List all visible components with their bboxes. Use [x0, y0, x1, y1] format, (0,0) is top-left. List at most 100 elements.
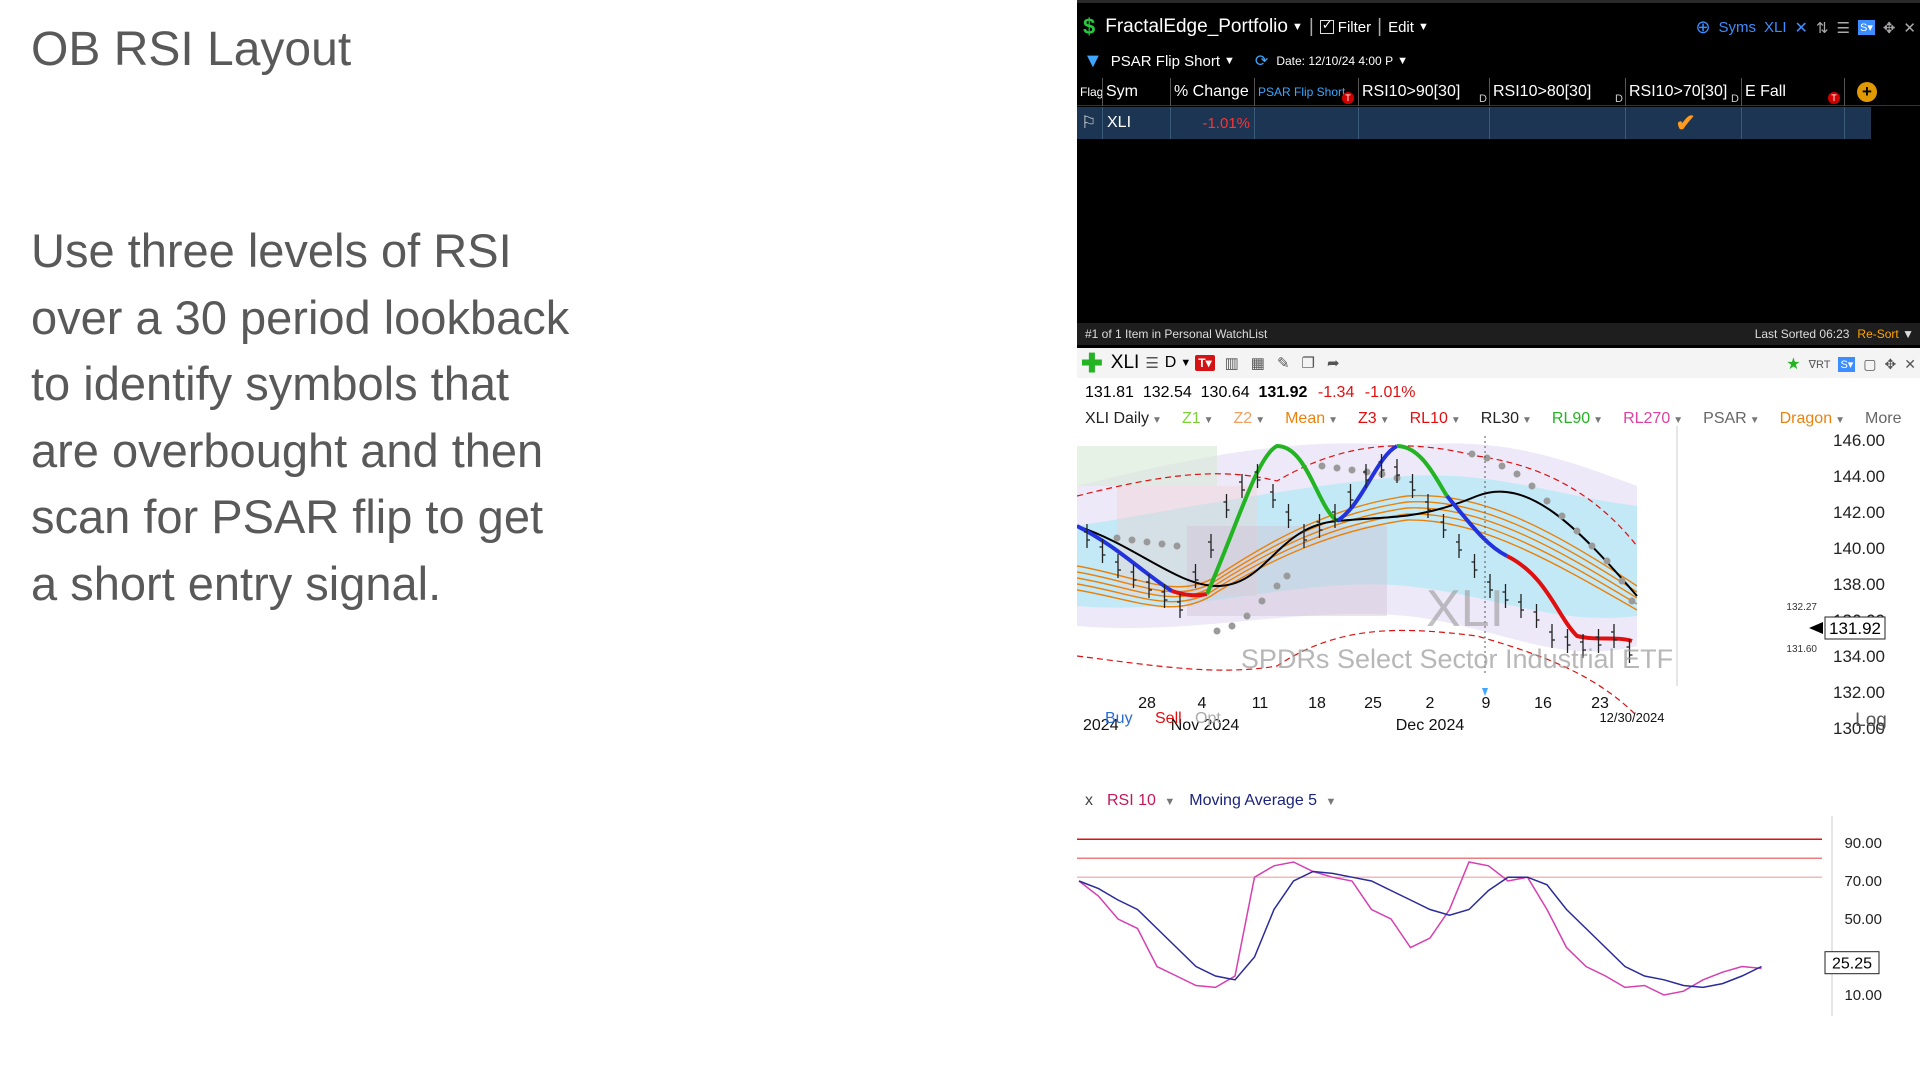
- psar-dot: [1618, 577, 1626, 585]
- sort-icon[interactable]: ⇅: [1816, 19, 1829, 37]
- filter-funnel-icon: ▼: [1083, 49, 1103, 72]
- price-tick-label: 134.00: [1833, 647, 1885, 666]
- filter-checkbox[interactable]: [1319, 17, 1334, 34]
- rsi-chart[interactable]: 90.0070.0050.0010.0025.255Y 1Y YTD 6M 3M 1M 1W…: [1077, 816, 1920, 1020]
- chevron-down-icon[interactable]: ▼: [1902, 327, 1914, 341]
- psar-dot: [1468, 450, 1476, 458]
- end-date-label: 12/30/2024: [1599, 710, 1664, 725]
- settings-icon[interactable]: S▾: [1838, 356, 1856, 372]
- chevron-down-icon[interactable]: ▼: [1292, 21, 1303, 33]
- move-icon[interactable]: ✥: [1885, 356, 1897, 373]
- low-value: 130.64: [1200, 384, 1250, 401]
- chart-symbol[interactable]: XLI: [1111, 352, 1140, 374]
- close-icon[interactable]: ✕: [1904, 356, 1916, 373]
- price-tick-label: 146.00: [1833, 431, 1885, 450]
- chevron-down-icon[interactable]: ▼: [1255, 415, 1265, 426]
- column-header-psar-flip-short[interactable]: PSAR Flip Short T: [1255, 78, 1359, 106]
- chevron-down-icon[interactable]: ▼: [1204, 415, 1214, 426]
- tv-icon[interactable]: T▾: [1195, 355, 1215, 371]
- scan-selector[interactable]: PSAR Flip Short: [1111, 53, 1220, 70]
- flag-outline-icon[interactable]: ⚐: [1081, 113, 1096, 133]
- chevron-down-icon[interactable]: ▼: [1418, 21, 1429, 33]
- column-header-rsi70[interactable]: RSI10>70[30] D: [1626, 78, 1742, 106]
- column-header-e-fall[interactable]: E Fall T: [1742, 78, 1845, 106]
- chevron-down-icon[interactable]: ▼: [1451, 415, 1461, 426]
- item-count: #1 of 1 Item in Personal WatchList: [1085, 327, 1268, 341]
- chevron-down-icon[interactable]: ▼: [1380, 415, 1390, 426]
- move-icon[interactable]: ✥: [1883, 19, 1896, 37]
- copy-icon[interactable]: ❐: [1302, 354, 1315, 372]
- add-chart-icon[interactable]: ✚: [1081, 348, 1103, 379]
- chevron-down-icon[interactable]: ▼: [1328, 415, 1338, 426]
- slide-title: OB RSI Layout: [31, 23, 352, 76]
- list-icon[interactable]: ☰: [1145, 354, 1158, 372]
- chevron-down-icon[interactable]: ▼: [1224, 55, 1235, 67]
- column-header-flag[interactable]: Flag: [1077, 78, 1103, 106]
- slide-body-text: Use three levels of RSI over a 30 period…: [31, 224, 570, 610]
- filter-rt-icon[interactable]: ∇RT: [1809, 358, 1831, 371]
- draw-icon[interactable]: ✎: [1277, 354, 1290, 372]
- close-icon[interactable]: ✕: [1795, 18, 1808, 38]
- interval-selector[interactable]: D: [1165, 354, 1177, 372]
- psar-dot: [1543, 497, 1551, 505]
- chevron-down-icon[interactable]: ▼: [1522, 415, 1532, 426]
- ma-title[interactable]: Moving Average 5 ▼: [1189, 792, 1336, 810]
- close-value: 131.92: [1258, 384, 1308, 401]
- opt-button[interactable]: Opt: [1195, 710, 1221, 727]
- rsi-title[interactable]: RSI 10 ▼: [1107, 792, 1175, 810]
- share-icon[interactable]: ➦: [1327, 354, 1340, 372]
- settings-icon[interactable]: S▾: [1857, 20, 1875, 35]
- chevron-down-icon[interactable]: ▼: [1326, 796, 1337, 808]
- psar-dot: [1573, 527, 1581, 535]
- window-icon[interactable]: ▢: [1863, 356, 1876, 373]
- filter-indicator-icon: T: [1828, 92, 1840, 104]
- column-header-rsi80[interactable]: RSI10>80[30] D: [1490, 78, 1626, 106]
- dollar-icon: $: [1083, 14, 1096, 39]
- star-icon[interactable]: ★: [1786, 354, 1800, 374]
- add-symbol-icon[interactable]: ⊕: [1695, 17, 1710, 38]
- sell-button[interactable]: Sell: [1155, 710, 1182, 727]
- psar-dot: [1628, 597, 1636, 605]
- divider: |: [1308, 16, 1314, 37]
- log-toggle[interactable]: Log: [1855, 710, 1887, 731]
- price-tick-label: 140.00: [1833, 539, 1885, 558]
- trading-app-window: $ FractalEdge_Portfolio ▼ | Filter | Edi…: [1077, 0, 1920, 1020]
- psar-dot: [1513, 470, 1521, 478]
- date-selector[interactable]: Date: 12/10/24 4:00 P: [1276, 54, 1393, 68]
- menu-icon[interactable]: ☰: [1837, 19, 1850, 37]
- rsi-ma-series-line: [1078, 870, 1762, 989]
- rsi-tick-label: 70.00: [1844, 873, 1882, 890]
- flag-icon[interactable]: ⚐: [1077, 107, 1103, 139]
- close-window-icon[interactable]: ✕: [1903, 19, 1916, 37]
- chevron-down-icon[interactable]: ▼: [1673, 415, 1683, 426]
- syms-button[interactable]: Syms: [1719, 19, 1757, 36]
- edit-menu[interactable]: Edit: [1388, 19, 1414, 36]
- column-header-rsi90[interactable]: RSI10>90[30] D: [1359, 78, 1490, 106]
- buy-button[interactable]: Buy: [1105, 710, 1133, 727]
- last-price-label: 131.92: [1829, 619, 1881, 638]
- portfolio-selector[interactable]: FractalEdge_Portfolio: [1105, 16, 1288, 38]
- chevron-down-icon[interactable]: ▼: [1593, 415, 1603, 426]
- add-column-icon[interactable]: +: [1857, 82, 1877, 102]
- price-tick-label: 144.00: [1833, 467, 1885, 486]
- column-label: PSAR Flip Short: [1258, 85, 1346, 99]
- chevron-down-icon[interactable]: ▼: [1180, 357, 1191, 369]
- calculator-icon[interactable]: ▦: [1251, 354, 1265, 372]
- resort-button[interactable]: Re-Sort: [1857, 327, 1898, 341]
- close-icon[interactable]: x: [1085, 792, 1093, 810]
- column-header-change[interactable]: % Change: [1171, 78, 1255, 106]
- column-header-sym[interactable]: Sym: [1103, 78, 1171, 106]
- psar-dot: [1558, 512, 1566, 520]
- table-row[interactable]: ⚐ XLI -1.01% ✔: [1077, 107, 1871, 139]
- refresh-icon[interactable]: ⟳: [1255, 51, 1268, 71]
- chevron-down-icon[interactable]: ▼: [1152, 415, 1162, 426]
- psar-dot: [1498, 462, 1506, 470]
- chevron-down-icon[interactable]: ▼: [1835, 415, 1845, 426]
- chevron-down-icon[interactable]: ▼: [1164, 796, 1175, 808]
- chevron-down-icon[interactable]: ▼: [1397, 55, 1408, 67]
- bars-icon[interactable]: ▥: [1225, 354, 1239, 372]
- price-chart[interactable]: XLI SPDRs Select Sector Industrial ETF 146…: [1077, 426, 1920, 756]
- filter-label[interactable]: Filter: [1338, 19, 1371, 36]
- cell-symbol[interactable]: XLI: [1103, 107, 1171, 139]
- chevron-down-icon[interactable]: ▼: [1750, 415, 1760, 426]
